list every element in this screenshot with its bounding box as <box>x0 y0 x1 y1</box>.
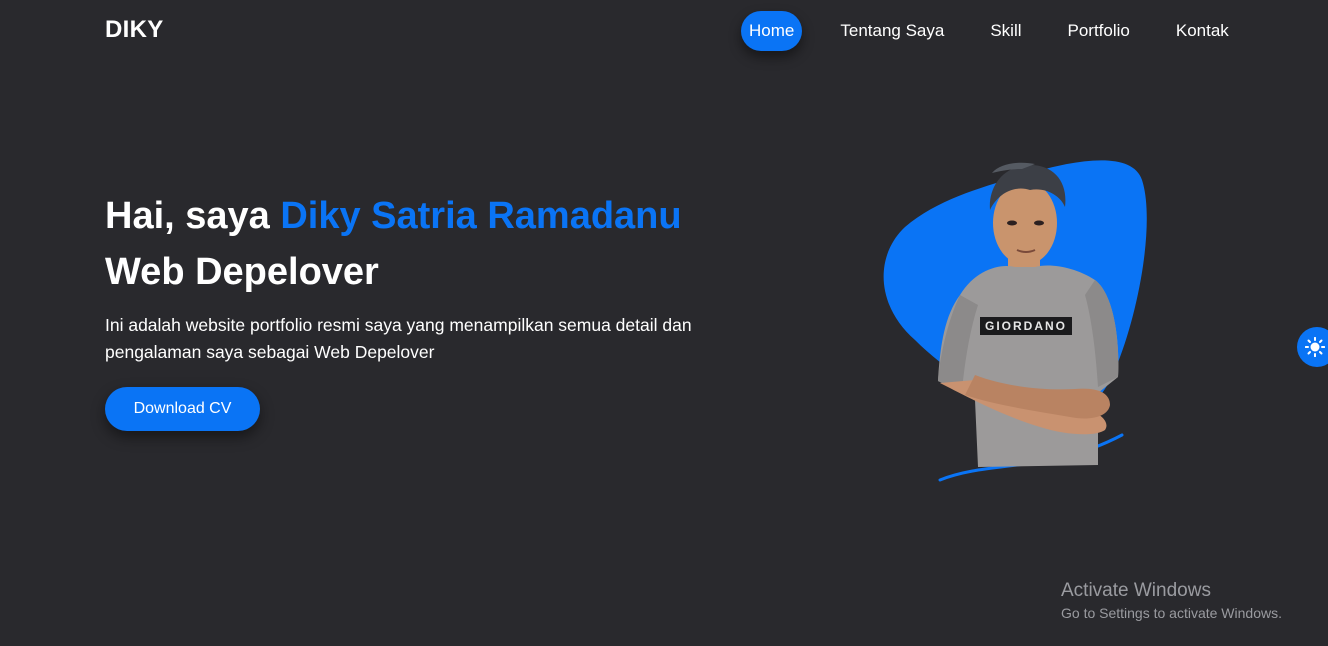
nav-link-portfolio[interactable]: Portfolio <box>1060 11 1138 51</box>
brand-logo[interactable]: DIKY <box>105 16 164 44</box>
watermark-title: Activate Windows <box>1061 580 1211 601</box>
download-cv-button[interactable]: Download CV <box>105 387 260 431</box>
hero-role: Web Depelover <box>105 251 379 293</box>
theme-toggle-button[interactable] <box>1297 327 1328 367</box>
hero-greeting: Hai, saya <box>105 195 281 237</box>
nav-link-home[interactable]: Home <box>741 11 803 51</box>
person-eye-left <box>1007 220 1017 226</box>
nav-link-kontak[interactable]: Kontak <box>1168 11 1237 51</box>
page: DIKY Home Tentang Saya Skill Portfolio K… <box>0 0 1328 646</box>
nav-link-skill[interactable]: Skill <box>982 11 1029 51</box>
hero-description: Ini adalah website portfolio resmi saya … <box>105 315 692 362</box>
activate-windows-watermark: Activate Windows Go to Settings to activ… <box>1061 579 1282 623</box>
nav-link-tentang-saya[interactable]: Tentang Saya <box>832 11 952 51</box>
hero-title: Hai, saya Diky Satria Ramadanu Web Depel… <box>105 188 682 300</box>
main-nav: Home Tentang Saya Skill Portfolio Kontak <box>741 11 1267 51</box>
watermark-subtitle: Go to Settings to activate Windows. <box>1061 605 1282 621</box>
person-eye-right <box>1034 220 1044 226</box>
profile-photo: GIORDANO <box>883 160 1147 482</box>
shirt-print-text: GIORDANO <box>985 319 1067 333</box>
hero-name: Diky Satria Ramadanu <box>280 195 682 237</box>
sun-icon <box>1305 337 1325 357</box>
